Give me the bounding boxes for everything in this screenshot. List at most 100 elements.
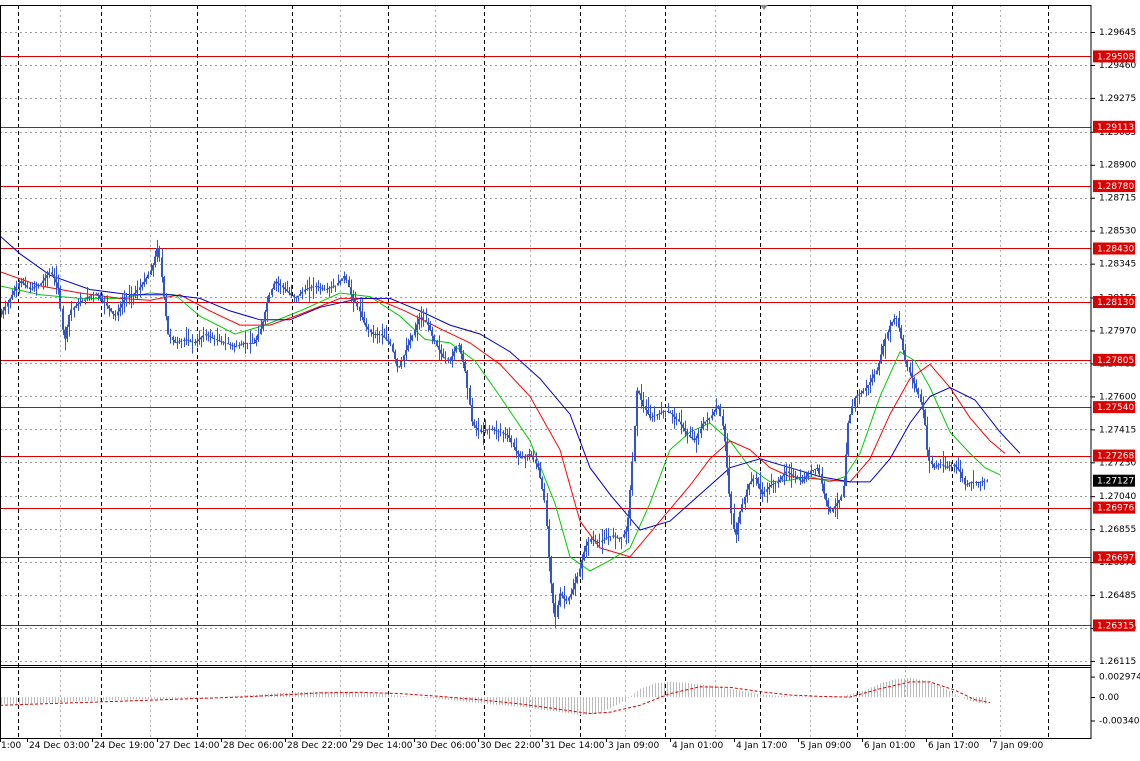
candle-body: [590, 539, 592, 542]
candle-body: [574, 582, 576, 590]
price-chart[interactable]: 1.296451.294601.292751.290851.289001.287…: [0, 0, 1140, 757]
candle-body: [106, 303, 108, 306]
candle-body: [893, 318, 895, 323]
candle-body: [605, 538, 607, 540]
candle-body: [614, 535, 616, 537]
candle-body: [779, 479, 781, 483]
candle-body: [829, 506, 831, 512]
candle-body: [625, 531, 627, 535]
candle-body: [178, 341, 180, 343]
candle-body: [832, 508, 834, 512]
candle-body: [964, 478, 966, 485]
candle-body: [392, 344, 394, 352]
candle-body: [361, 311, 363, 317]
candle-body: [882, 346, 884, 355]
candle-body: [939, 464, 941, 466]
candle-body: [37, 285, 39, 287]
candle-body: [651, 416, 653, 418]
candle-body: [675, 416, 677, 420]
candle-body: [653, 415, 655, 417]
candle-body: [227, 343, 229, 345]
y-tick-label: 1.29645: [1099, 28, 1136, 38]
candle-body: [328, 288, 330, 290]
x-tick-label: 30 Dec 06:00: [416, 741, 477, 751]
candle-body: [110, 308, 112, 312]
candle-body: [365, 322, 367, 327]
candle-body: [29, 287, 31, 290]
candle-body: [44, 277, 46, 281]
candle-body: [147, 274, 149, 279]
candle-body: [42, 280, 44, 284]
candle-body: [495, 429, 497, 431]
candle-body: [189, 340, 191, 342]
candle-body: [845, 454, 847, 486]
candle-body: [425, 320, 427, 323]
candle-body: [150, 270, 152, 275]
candle-body: [211, 336, 213, 338]
y-tick-label: 1.26855: [1099, 525, 1136, 535]
candle-body: [658, 413, 660, 415]
candle-body: [103, 300, 105, 304]
candle-body: [581, 560, 583, 569]
candle-body: [783, 473, 785, 477]
candle-body: [284, 287, 286, 290]
candle-body: [572, 589, 574, 595]
candle-body: [873, 374, 875, 379]
candle-body: [345, 276, 347, 280]
candle-body: [367, 326, 369, 330]
candle-body: [290, 293, 292, 296]
candle-body: [887, 332, 889, 339]
y-tick-label: 1.26115: [1099, 657, 1136, 667]
y-tick-label: 1.29460: [1099, 61, 1136, 71]
candle-body: [752, 478, 754, 482]
candle-body: [649, 413, 651, 418]
candle-body: [904, 350, 906, 362]
candle-body: [616, 536, 618, 538]
candle-body: [647, 409, 649, 414]
candle-body: [277, 281, 279, 284]
candle-body: [656, 414, 658, 416]
candle-body: [480, 430, 482, 432]
candle-body: [473, 421, 475, 426]
candle-body: [706, 419, 708, 422]
candle-body: [35, 286, 37, 288]
candle-body: [293, 295, 295, 298]
candle-body: [354, 299, 356, 304]
candle-body: [504, 433, 506, 435]
candle-body: [348, 279, 350, 288]
candle-body: [466, 371, 468, 388]
level-label: 1.28130: [1097, 298, 1134, 308]
candle-body: [282, 285, 284, 288]
candle-body: [279, 283, 281, 286]
candle-body: [24, 283, 26, 286]
candle-body: [207, 334, 209, 336]
oscillator-layer: [0, 677, 991, 715]
candle-body: [180, 340, 182, 342]
candle-body: [924, 409, 926, 426]
candle-body: [792, 474, 794, 476]
candle-body: [508, 435, 510, 438]
candle-body: [757, 478, 759, 484]
candle-body: [447, 358, 449, 360]
chart-root[interactable]: 1.296451.294601.292751.290851.289001.287…: [0, 0, 1140, 757]
candle-body: [640, 393, 642, 400]
candle-body: [165, 296, 167, 317]
candle-body: [488, 428, 490, 430]
candle-body: [46, 275, 48, 278]
candle-body: [631, 461, 633, 491]
candle-body: [268, 294, 270, 302]
x-tick-label: 24 Dec 19:00: [94, 741, 155, 751]
candle-body: [895, 318, 897, 319]
candle-body: [803, 479, 805, 482]
candle-body: [785, 471, 787, 474]
candle-body: [330, 287, 332, 289]
y-tick-label: 1.29275: [1099, 94, 1136, 104]
candle-body: [843, 485, 845, 497]
candle-body: [108, 305, 110, 309]
candle-body: [702, 423, 704, 429]
candle-body: [363, 317, 365, 323]
candle-body: [889, 325, 891, 333]
candle-body: [717, 406, 719, 409]
candles-layer: [0, 239, 988, 628]
candle-body: [66, 326, 68, 339]
